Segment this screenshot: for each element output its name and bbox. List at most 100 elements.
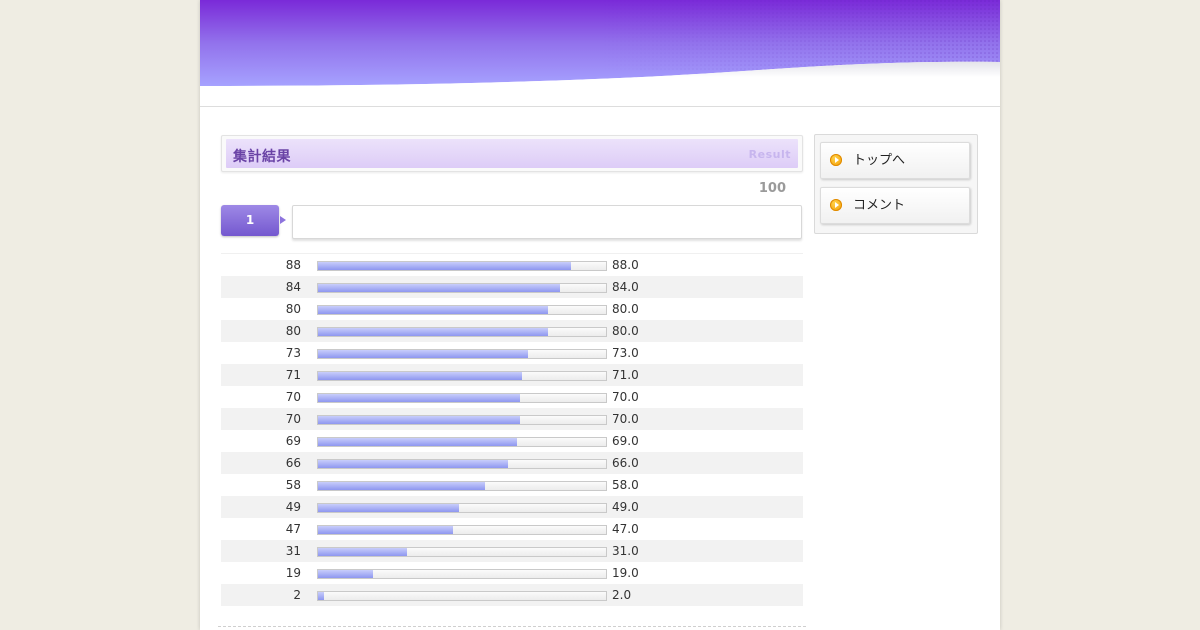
result-row: 80 80.0 [221, 298, 803, 320]
bar-value-label: 70.0 [612, 390, 639, 404]
result-row: 80 80.0 [221, 320, 803, 342]
row-label: 2 [293, 588, 301, 602]
row-label: 80 [285, 302, 301, 316]
question-number-badge: 1 [221, 205, 279, 236]
row-label: 49 [285, 500, 301, 514]
bar [318, 460, 508, 468]
bar-value-label: 69.0 [612, 434, 639, 448]
bar-value-label: 70.0 [612, 412, 639, 426]
comment-button-label: コメント [853, 198, 906, 213]
result-row: 66 66.0 [221, 452, 803, 474]
row-label: 80 [285, 324, 301, 338]
bar-value-label: 19.0 [612, 566, 639, 580]
row-label: 70 [285, 412, 301, 426]
result-row: 69 69.0 [221, 430, 803, 452]
result-row: 58 58.0 [221, 474, 803, 496]
bar [318, 350, 528, 358]
results-chart: 88 88.0 84 84.0 80 80.0 80 80.0 73 73.0 71 71.0 70 70… [221, 253, 803, 606]
bar-value-label: 31.0 [612, 544, 639, 558]
bar-track [317, 569, 607, 579]
row-label: 84 [285, 280, 301, 294]
bar-value-label: 80.0 [612, 302, 639, 316]
question-text-box [292, 205, 802, 239]
bar-track [317, 371, 607, 381]
bar [318, 592, 324, 600]
bar [318, 526, 453, 534]
bar-value-label: 66.0 [612, 456, 639, 470]
bar-value-label: 2.0 [612, 588, 632, 602]
result-row: 47 47.0 [221, 518, 803, 540]
header-wave-graphic [200, 0, 1000, 106]
bar [318, 548, 407, 556]
comment-button[interactable]: コメント [820, 187, 970, 224]
bar-track [317, 437, 607, 447]
arrow-right-icon [830, 154, 842, 166]
arrow-right-icon [830, 199, 842, 211]
row-label: 19 [285, 566, 301, 580]
row-label: 73 [285, 346, 301, 360]
bar [318, 306, 548, 314]
result-row: 19 19.0 [221, 562, 803, 584]
bar-value-label: 84.0 [612, 280, 639, 294]
result-row: 70 70.0 [221, 408, 803, 430]
bar [318, 416, 520, 424]
result-row: 31 31.0 [221, 540, 803, 562]
result-row: 71 71.0 [221, 364, 803, 386]
result-row: 88 88.0 [221, 254, 803, 276]
page-title: 集計結果 [233, 149, 291, 165]
bar-value-label: 71.0 [612, 368, 639, 382]
question-pointer-icon [280, 216, 286, 224]
bar-value-label: 47.0 [612, 522, 639, 536]
bar-track [317, 503, 607, 513]
row-label: 70 [285, 390, 301, 404]
bar-value-label: 73.0 [612, 346, 639, 360]
row-label: 31 [285, 544, 301, 558]
page-subtitle: Result [748, 148, 791, 161]
sidebar: トップへ コメント [814, 134, 978, 234]
bar [318, 482, 485, 490]
bar-track [317, 305, 607, 315]
result-title-box: 集計結果 Result [221, 135, 803, 172]
row-label: 66 [285, 456, 301, 470]
row-label: 69 [285, 434, 301, 448]
bar [318, 328, 548, 336]
result-row: 73 73.0 [221, 342, 803, 364]
bar-value-label: 80.0 [612, 324, 639, 338]
row-label: 58 [285, 478, 301, 492]
top-page-button-label: トップへ [853, 153, 906, 168]
bar-track [317, 525, 607, 535]
bar [318, 394, 520, 402]
bar-track [317, 459, 607, 469]
bar [318, 438, 517, 446]
bar-value-label: 58.0 [612, 478, 639, 492]
result-row: 70 70.0 [221, 386, 803, 408]
bar [318, 284, 560, 292]
bar-track [317, 415, 607, 425]
bar-track [317, 283, 607, 293]
bar-track [317, 327, 607, 337]
bar-track [317, 393, 607, 403]
bar-value-label: 88.0 [612, 258, 639, 272]
divider [218, 626, 806, 627]
bar [318, 262, 571, 270]
row-label: 88 [285, 258, 301, 272]
bar-value-label: 49.0 [612, 500, 639, 514]
result-row: 2 2.0 [221, 584, 803, 606]
bar [318, 372, 522, 380]
bar-track [317, 349, 607, 359]
bar [318, 570, 373, 578]
row-label: 47 [285, 522, 301, 536]
top-page-button[interactable]: トップへ [820, 142, 970, 179]
bar-track [317, 547, 607, 557]
result-title-bar: 集計結果 Result [226, 139, 798, 168]
total-count: 100 [758, 181, 786, 196]
header-banner [200, 0, 1000, 107]
page-container: 集計結果 Result 100 1 88 88.0 84 84.0 80 80.0 80 80… [200, 0, 1000, 630]
result-row: 49 49.0 [221, 496, 803, 518]
row-label: 71 [285, 368, 301, 382]
bar-track [317, 481, 607, 491]
result-row: 84 84.0 [221, 276, 803, 298]
bar-track [317, 261, 607, 271]
bar [318, 504, 459, 512]
bar-track [317, 591, 607, 601]
